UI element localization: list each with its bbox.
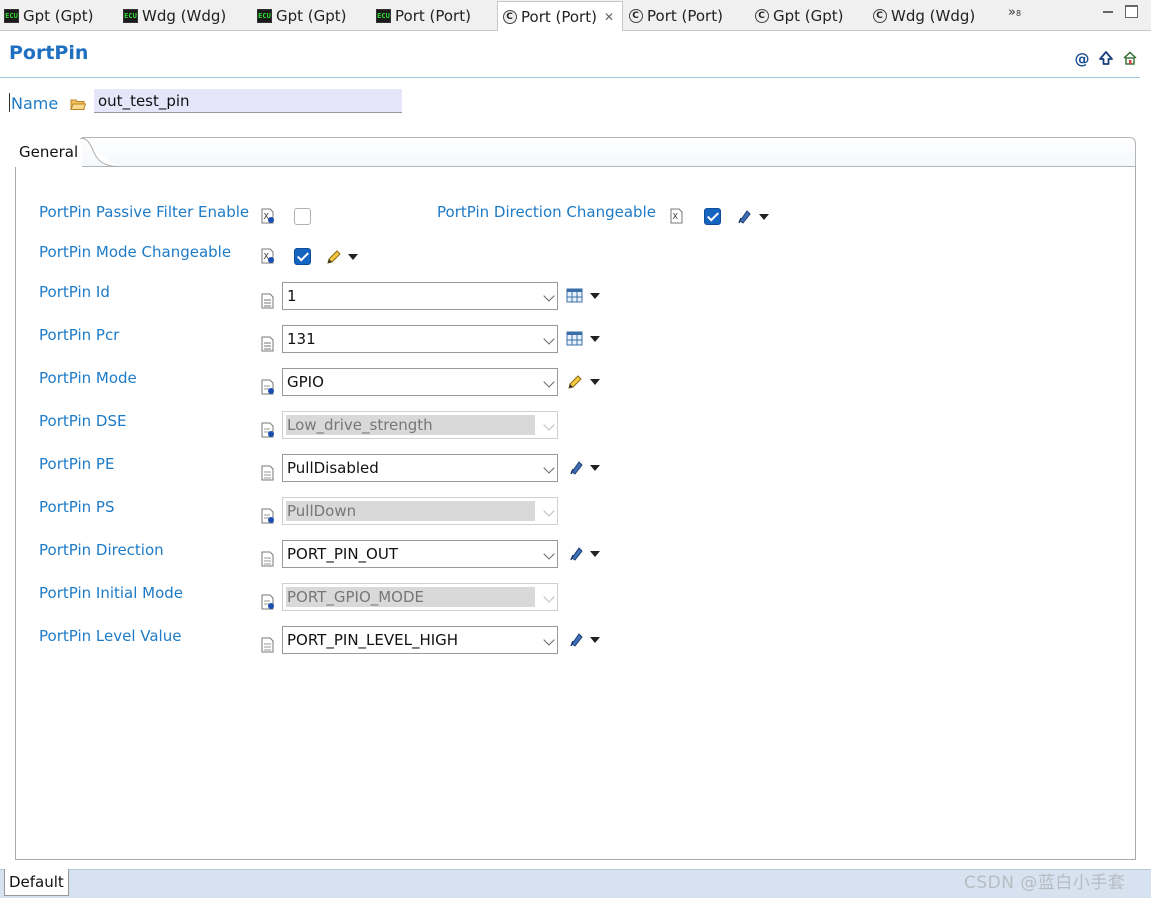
chevron-down-icon [543, 505, 555, 517]
tab-port-1[interactable]: ECU Port (Port) [376, 2, 471, 30]
name-label: Name [11, 94, 59, 113]
group-tab-bar [15, 137, 1136, 167]
chevron-down-icon[interactable] [543, 333, 555, 345]
minimize-button[interactable] [1102, 5, 1115, 18]
chevron-down-icon[interactable] [348, 254, 358, 260]
focus-caret [9, 93, 10, 112]
enum-param-icon [261, 379, 275, 395]
c-module-icon: C [628, 9, 643, 24]
chevron-down-icon[interactable] [590, 551, 600, 557]
chevron-down-icon[interactable] [543, 376, 555, 388]
pin-id-combo[interactable]: 1 [282, 282, 558, 310]
header-divider [0, 77, 1140, 78]
ecu-icon: ECU [257, 9, 272, 24]
chevron-down-icon[interactable] [590, 336, 600, 342]
pin-level-value-label: PortPin Level Value [39, 627, 182, 645]
integer-param-icon [261, 336, 275, 352]
boolean-param-icon: X [261, 248, 275, 264]
pin-mode-label: PortPin Mode [39, 369, 137, 387]
svg-text:X: X [673, 212, 679, 221]
direction-changeable-label: PortPin Direction Changeable [437, 203, 656, 221]
tab-overflow-button[interactable]: »8 [1008, 5, 1021, 20]
tab-general-edge [78, 138, 118, 167]
calculator-icon[interactable] [736, 208, 754, 226]
close-icon[interactable]: ✕ [604, 10, 614, 24]
tab-default[interactable]: Default [4, 869, 69, 896]
tab-port-2[interactable]: C Port (Port) [628, 2, 723, 30]
pin-direction-label: PortPin Direction [39, 541, 164, 559]
enum-param-icon [261, 465, 275, 481]
tab-wdg-1[interactable]: ECU Wdg (Wdg) [123, 2, 226, 30]
editor-tab-strip: ECU Gpt (Gpt) ECU Wdg (Wdg) ECU Gpt (Gpt… [0, 0, 1151, 31]
pencil-icon[interactable] [325, 248, 343, 266]
calculator-icon[interactable] [568, 631, 586, 649]
chevron-down-icon[interactable] [543, 462, 555, 474]
mode-changeable-checkbox[interactable] [294, 248, 311, 265]
pin-pe-combo[interactable]: PullDisabled [282, 454, 558, 482]
chevron-down-icon[interactable] [543, 548, 555, 560]
pin-dse-label: PortPin DSE [39, 412, 127, 430]
ecu-icon: ECU [4, 9, 19, 24]
chevron-down-icon[interactable] [590, 379, 600, 385]
enum-param-icon [261, 422, 275, 438]
tab-gpt-1[interactable]: ECU Gpt (Gpt) [4, 2, 94, 30]
boolean-param-icon: X [261, 208, 275, 224]
chevron-down-icon[interactable] [543, 290, 555, 302]
tab-gpt-2[interactable]: ECU Gpt (Gpt) [257, 2, 347, 30]
c-module-icon: C [502, 9, 517, 24]
calculator-icon[interactable] [568, 459, 586, 477]
table-icon[interactable] [566, 287, 584, 305]
page-title: PortPin [9, 42, 89, 64]
chevron-down-icon[interactable] [590, 637, 600, 643]
pin-pcr-combo[interactable]: 131 [282, 325, 558, 353]
pin-id-label: PortPin Id [39, 283, 110, 301]
pin-level-value-combo[interactable]: PORT_PIN_LEVEL_HIGH [282, 626, 558, 654]
tab-gpt-3[interactable]: C Gpt (Gpt) [754, 2, 844, 30]
pin-initial-mode-label: PortPin Initial Mode [39, 584, 184, 602]
passive-filter-enable-checkbox[interactable] [294, 208, 311, 225]
chevron-down-icon[interactable] [543, 634, 555, 646]
maximize-button[interactable] [1125, 5, 1138, 18]
reference-icon[interactable]: @ [1073, 50, 1091, 68]
enum-param-icon [261, 594, 275, 610]
pin-pcr-label: PortPin Pcr [39, 326, 120, 344]
enum-param-icon [261, 637, 275, 653]
c-module-icon: C [754, 9, 769, 24]
chevron-down-icon[interactable] [590, 293, 600, 299]
enum-param-icon [261, 508, 275, 524]
home-icon[interactable] [1121, 50, 1139, 68]
chevron-down-icon[interactable] [759, 214, 769, 220]
calculator-icon[interactable] [568, 545, 586, 563]
passive-filter-enable-label: PortPin Passive Filter Enable [39, 203, 250, 221]
pin-dse-combo: Low_drive_strength [282, 411, 558, 439]
up-arrow-icon[interactable] [1097, 50, 1115, 68]
folder-open-icon [70, 96, 87, 110]
pin-ps-combo: PullDown [282, 497, 558, 525]
chevron-down-icon [543, 591, 555, 603]
c-module-icon: C [872, 9, 887, 24]
pin-pe-label: PortPin PE [39, 455, 115, 473]
tab-general[interactable]: General [15, 137, 83, 167]
mode-changeable-label: PortPin Mode Changeable [39, 243, 232, 261]
general-group-panel [15, 166, 1136, 860]
pin-initial-mode-combo: PORT_GPIO_MODE [282, 583, 558, 611]
pin-mode-combo[interactable]: GPIO [282, 368, 558, 396]
ecu-icon: ECU [123, 9, 138, 24]
pencil-icon[interactable] [566, 373, 584, 391]
pin-ps-label: PortPin PS [39, 498, 115, 516]
direction-changeable-checkbox[interactable] [704, 208, 721, 225]
integer-param-icon [261, 293, 275, 309]
chevron-down-icon[interactable] [590, 465, 600, 471]
tab-wdg-2[interactable]: C Wdg (Wdg) [872, 2, 975, 30]
tab-port-active[interactable]: C Port (Port) ✕ [497, 1, 623, 31]
ecu-icon: ECU [376, 9, 391, 24]
chevron-down-icon [543, 419, 555, 431]
pin-direction-combo[interactable]: PORT_PIN_OUT [282, 540, 558, 568]
enum-param-icon [261, 551, 275, 567]
name-input[interactable] [94, 89, 402, 113]
watermark: CSDN @蓝白小手套 [964, 873, 1126, 893]
table-icon[interactable] [566, 330, 584, 348]
boolean-param-icon: X [670, 208, 684, 224]
